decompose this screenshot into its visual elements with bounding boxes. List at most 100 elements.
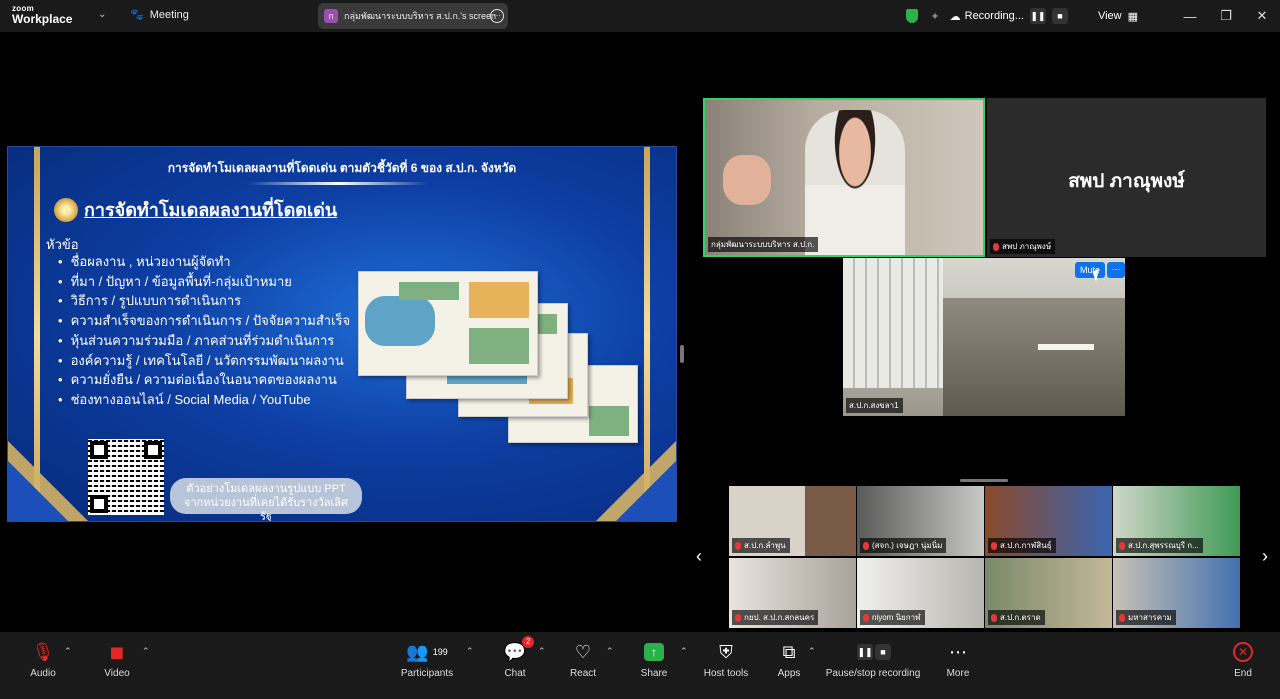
gallery-tile[interactable]: (สจก.) เจษฎา นุ่มนิ่ม — [857, 486, 984, 556]
gallery-next-arrow[interactable]: › — [1262, 546, 1268, 567]
participant-name: สพป ภาณุพงษ์ — [990, 239, 1056, 254]
audio-options-caret-icon[interactable]: ⌃ — [64, 646, 72, 657]
participant-display-name: สพป ภาณุพงษ์ — [1068, 171, 1185, 192]
chevron-down-icon[interactable]: ⌄ — [98, 9, 106, 20]
title-glow — [248, 182, 428, 185]
participants-icon: 👥 199 — [406, 641, 448, 662]
topic-item: วิธีการ / รูปแบบการดำเนินการ — [58, 291, 350, 311]
logo-bottom: Workplace — [12, 12, 73, 26]
topic-item: ที่มา / ปัญหา / ข้อมูลพื้นที่-กลุ่มเป้าห… — [58, 272, 350, 292]
apps-icon: ⧉ — [782, 641, 796, 662]
gallery-tile[interactable]: ส.ป.ก.ตราด — [985, 558, 1112, 628]
shared-screen[interactable]: การจัดทำโมเดลผลงานที่โดดเด่น ตามตัวชี้วั… — [7, 146, 677, 522]
title-bar: zoom Workplace ⌄ 🐾 Meeting ก กลุ่มพัฒนาร… — [0, 0, 1280, 32]
slide-title: การจัดทำโมเดลผลงานที่โดดเด่น ตามตัวชี้วั… — [167, 161, 517, 175]
example-slide-card — [358, 271, 538, 376]
participant-name: ส.ป.ก.ตราด — [988, 610, 1045, 625]
flower-icon — [54, 197, 78, 222]
share-pill-text: กลุ่มพัฒนาระบบบริหาร ส.ป.ก.'s screen — [344, 11, 497, 21]
participant-tile[interactable]: ส.ป.ก.สงขลา1 — [843, 258, 1125, 416]
mic-muted-icon — [735, 541, 741, 550]
gallery-tile[interactable]: ส.ป.ก.สุพรรณบุรี ก... — [1113, 486, 1240, 556]
close-icon[interactable]: ✕ — [1244, 8, 1280, 24]
ai-companion-icon[interactable]: ✦ — [930, 10, 939, 23]
active-speaker-tile[interactable]: กลุ่มพัฒนาระบบบริหาร ส.ป.ก. — [703, 98, 985, 257]
zoom-logo[interactable]: zoom Workplace — [12, 3, 72, 25]
view-button[interactable]: View ▦ — [1098, 10, 1138, 23]
participant-name-text: กยป. ส.ป.ก.สกลนคร — [744, 613, 815, 622]
chat-badge: 2 — [522, 636, 535, 648]
mic-muted-icon — [863, 613, 869, 622]
topic-item: ความยั่งยืน / ความต่อเนื่องในอนาคตของผลง… — [58, 370, 350, 390]
restore-icon[interactable]: ❐ — [1208, 8, 1244, 24]
participant-name-text: ส.ป.ก.ลำพูน — [744, 541, 786, 550]
participant-more-button[interactable]: ··· — [1107, 262, 1125, 278]
apps-caret-icon[interactable]: ⌃ — [808, 646, 816, 657]
security-shield-icon[interactable] — [906, 9, 919, 23]
view-label: View — [1097, 10, 1122, 22]
participant-name: กลุ่มพัฒนาระบบบริหาร ส.ป.ก. — [708, 237, 819, 252]
gallery-tile[interactable]: ส.ป.ก.กาฬสินธุ์ — [985, 486, 1112, 556]
participants-button[interactable]: 👥 199 Participants — [397, 640, 457, 680]
gallery-prev-arrow[interactable]: ‹ — [696, 546, 702, 567]
end-label: End — [1234, 668, 1252, 679]
video-light — [1038, 344, 1094, 350]
mic-muted-icon — [993, 242, 999, 251]
more-icon: ⋯ — [949, 641, 967, 662]
pause-stop-recording-button[interactable]: ❚❚ ■ Pause/stop recording — [826, 640, 920, 679]
participant-name-text: กลุ่มพัฒนาระบบบริหาร ส.ป.ก. — [711, 240, 815, 249]
gallery-tile[interactable]: niyom นิยกาฬ — [857, 558, 984, 628]
participant-name: ส.ป.ก.กาฬสินธุ์ — [988, 538, 1056, 553]
participant-name-text: ส.ป.ก.สงขลา1 — [849, 401, 899, 410]
video-button[interactable]: ◼ Video — [87, 640, 147, 680]
screen-share-pill[interactable]: ก กลุ่มพัฒนาระบบบริหาร ส.ป.ก.'s screen ·… — [318, 3, 508, 29]
recording-label: Recording... — [964, 10, 1024, 22]
meeting-menu[interactable]: 🐾 Meeting — [130, 8, 189, 22]
end-button[interactable]: ✕ End — [1213, 640, 1273, 679]
stop-recording-icon[interactable]: ■ — [1051, 8, 1068, 24]
participant-name: ส.ป.ก.สงขลา1 — [846, 398, 903, 413]
share-icon: ↑ — [644, 640, 664, 664]
split-view-handle[interactable] — [680, 345, 684, 363]
participant-name-text: ส.ป.ก.สุพรรณบุรี ก... — [1128, 541, 1199, 550]
react-caret-icon[interactable]: ⌃ — [606, 646, 614, 657]
mic-muted-icon — [991, 613, 997, 622]
participants-caret-icon[interactable]: ⌃ — [466, 646, 474, 657]
minimize-icon[interactable]: — — [1172, 9, 1208, 24]
mic-muted-icon — [1119, 541, 1125, 550]
chat-label: Chat — [504, 668, 526, 679]
mic-muted-icon — [1119, 613, 1125, 622]
video-window — [843, 258, 943, 388]
host-tools-button[interactable]: ⛨ Host tools — [696, 640, 756, 680]
participant-name: กยป. ส.ป.ก.สกลนคร — [732, 610, 819, 625]
react-button[interactable]: ♡ React — [553, 640, 613, 680]
pause-recording-icon[interactable]: ❚❚ — [1029, 8, 1046, 24]
participants-label: Participants — [400, 668, 454, 679]
share-caret-icon[interactable]: ⌃ — [680, 646, 688, 657]
topic-item: องค์ความรู้ / เทคโนโลยี / นวัตกรรมพัฒนาผ… — [58, 351, 350, 371]
more-icon[interactable]: ··· — [490, 9, 504, 23]
shield-icon: ⛨ — [719, 641, 733, 662]
participant-tile[interactable]: สพป ภาณุพงษ์ สพป ภาณุพงษ์ — [987, 98, 1266, 257]
chat-caret-icon[interactable]: ⌃ — [538, 646, 546, 657]
participants-count: 199 — [432, 647, 448, 657]
video-options-caret-icon[interactable]: ⌃ — [142, 646, 150, 657]
gallery-resize-handle[interactable] — [960, 479, 1008, 482]
gallery-tile[interactable]: กยป. ส.ป.ก.สกลนคร — [729, 558, 856, 628]
caption-line-2: จากหน่วยงานที่เคยได้รับรางวัลเลิศรัฐ — [184, 497, 348, 522]
gallery-tile[interactable]: มหาสารคาม — [1113, 558, 1240, 628]
mic-muted-icon — [735, 613, 741, 622]
video-room — [943, 298, 1125, 416]
chat-button[interactable]: 💬 2 Chat — [485, 636, 545, 679]
slide-corner-right-inner — [616, 461, 676, 521]
slide-heading: การจัดทำโมเดลผลงานที่โดดเด่น — [54, 195, 337, 224]
example-caption: ตัวอย่างโมเดลผลงานรูปแบบ PPT จากหน่วยงาน… — [170, 478, 362, 521]
meeting-label: Meeting — [149, 8, 189, 21]
participant-name-text: มหาสารคาม — [1128, 613, 1172, 622]
gallery-tile[interactable]: ส.ป.ก.ลำพูน — [729, 486, 856, 556]
more-button[interactable]: ⋯ More — [928, 640, 988, 680]
audio-label: Audio — [30, 668, 56, 679]
share-button[interactable]: ↑ Share — [624, 640, 684, 679]
qr-code — [88, 439, 164, 515]
grid-icon: ▦ — [1127, 10, 1138, 23]
